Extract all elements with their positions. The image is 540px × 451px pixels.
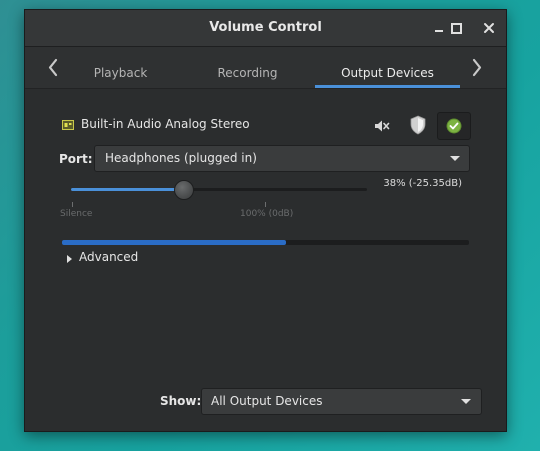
maximize-icon[interactable] bbox=[447, 19, 465, 37]
volume-control-window: Volume Control Playback Recording Output… bbox=[24, 9, 507, 432]
volume-slider-track[interactable] bbox=[71, 188, 367, 191]
minimize-icon[interactable] bbox=[430, 19, 448, 37]
tab-scroll-left-icon[interactable] bbox=[41, 47, 65, 88]
scale-tick-100 bbox=[265, 202, 266, 207]
scale-label-100: 100% (0dB) bbox=[240, 209, 294, 219]
tab-recording[interactable]: Recording bbox=[195, 47, 300, 88]
chevron-right-icon bbox=[472, 58, 482, 77]
title-bar[interactable]: Volume Control bbox=[25, 10, 506, 47]
tab-playback[interactable]: Playback bbox=[73, 47, 168, 88]
advanced-label: Advanced bbox=[79, 250, 139, 264]
tab-output-devices[interactable]: Output Devices bbox=[315, 47, 460, 88]
set-default-button[interactable] bbox=[437, 112, 471, 140]
scale-tick-silence bbox=[72, 202, 73, 207]
close-icon[interactable] bbox=[480, 19, 498, 37]
chevron-left-icon bbox=[48, 58, 58, 77]
port-label: Port: bbox=[59, 152, 93, 166]
expander-arrow-icon bbox=[67, 255, 72, 263]
volume-slider-fill bbox=[71, 188, 184, 191]
volume-slider-handle[interactable] bbox=[174, 180, 195, 200]
output-devices-panel: Built-in Audio Analog Stereo Port: Headp… bbox=[25, 89, 506, 431]
device-name: Built-in Audio Analog Stereo bbox=[81, 117, 250, 131]
show-dropdown-value: All Output Devices bbox=[211, 394, 323, 408]
port-dropdown-value: Headphones (plugged in) bbox=[105, 151, 257, 165]
scale-label-silence: Silence bbox=[60, 209, 93, 219]
mute-speaker-icon[interactable] bbox=[374, 119, 390, 133]
port-dropdown[interactable]: Headphones (plugged in) bbox=[94, 145, 470, 172]
close-icon-glyph bbox=[484, 23, 494, 33]
peak-level-fill bbox=[62, 240, 286, 245]
peak-level-meter bbox=[62, 240, 469, 245]
tab-bar: Playback Recording Output Devices bbox=[25, 47, 506, 89]
tab-scroll-right-icon[interactable] bbox=[465, 47, 489, 88]
set-default-check-icon bbox=[446, 118, 462, 134]
show-label: Show: bbox=[160, 394, 202, 408]
show-dropdown[interactable]: All Output Devices bbox=[201, 388, 482, 415]
chevron-down-icon bbox=[450, 156, 460, 161]
volume-readout: 38% (-25.35dB) bbox=[383, 178, 462, 189]
sound-card-icon bbox=[62, 120, 74, 130]
lock-channels-shield-icon[interactable] bbox=[406, 113, 430, 137]
chevron-down-icon bbox=[461, 399, 471, 404]
